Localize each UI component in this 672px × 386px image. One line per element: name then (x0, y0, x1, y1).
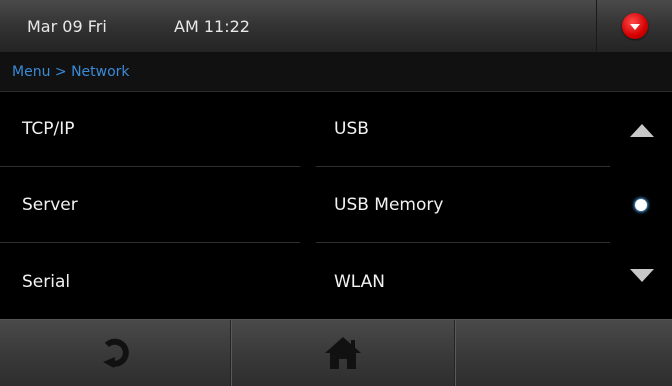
breadcrumb-bar: Menu > Network (0, 53, 672, 92)
status-menu-button[interactable] (596, 0, 672, 52)
breadcrumb: Menu > Network (12, 64, 130, 80)
status-date: Mar 09 Fri (27, 17, 107, 36)
menu-grid: TCP/IP Server Serial USB USB Memory WLAN (0, 92, 610, 319)
dropdown-circle-icon (622, 13, 648, 39)
menu-item-server[interactable]: Server (0, 168, 300, 243)
status-bar: Mar 09 Fri AM 11:22 (0, 0, 672, 53)
menu-item-label: USB (334, 119, 369, 139)
menu-item-wlan[interactable]: WLAN (316, 244, 610, 319)
page-indicator-dot-icon (635, 199, 647, 211)
menu-item-label: USB Memory (334, 195, 444, 215)
bottom-empty-button (456, 320, 672, 386)
scroll-up-arrow-icon[interactable] (630, 124, 654, 137)
home-button[interactable] (232, 320, 454, 386)
menu-item-label: Server (22, 195, 78, 215)
menu-item-serial[interactable]: Serial (0, 244, 300, 319)
status-time: AM 11:22 (174, 17, 250, 36)
menu-item-usb-memory[interactable]: USB Memory (316, 168, 610, 243)
menu-item-label: Serial (22, 271, 71, 292)
refresh-icon (103, 338, 129, 368)
menu-item-label: WLAN (334, 271, 386, 292)
menu-item-usb[interactable]: USB (316, 92, 610, 167)
menu-item-tcpip[interactable]: TCP/IP (0, 92, 300, 167)
bottom-bar (0, 319, 672, 386)
scroll-column (610, 92, 672, 319)
home-icon (325, 337, 361, 369)
refresh-button[interactable] (0, 320, 230, 386)
menu-item-label: TCP/IP (22, 119, 75, 139)
scroll-down-arrow-icon[interactable] (630, 269, 654, 282)
